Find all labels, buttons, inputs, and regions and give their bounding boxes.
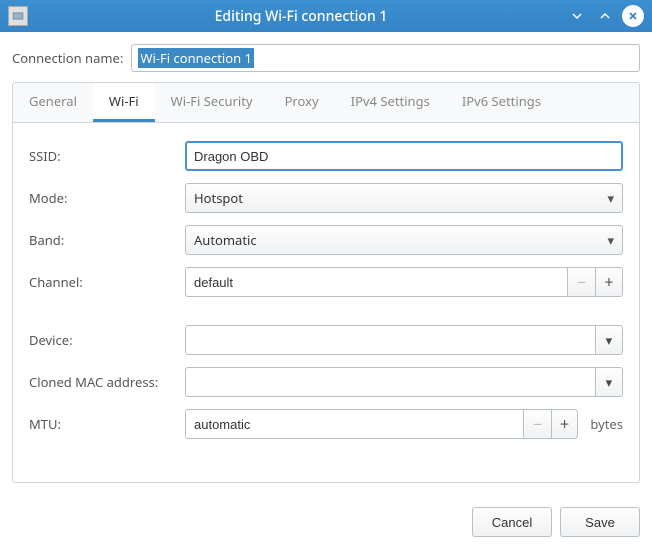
mtu-label: MTU: — [29, 415, 177, 433]
mode-select[interactable]: Hotspot ▾ — [185, 183, 623, 213]
channel-increment-button[interactable]: + — [595, 267, 623, 297]
tab-wifi-security[interactable]: Wi-Fi Security — [155, 83, 269, 122]
titlebar: Editing Wi-Fi connection 1 — [0, 0, 652, 32]
cloned-mac-label: Cloned MAC address: — [29, 373, 177, 391]
tab-bar: General Wi-Fi Wi-Fi Security Proxy IPv4 … — [12, 82, 640, 123]
chevron-down-icon: ▾ — [607, 189, 614, 207]
window-body: Connection name: Wi-Fi connection 1 Gene… — [0, 32, 652, 495]
mtu-row: MTU: − + bytes — [29, 409, 623, 439]
device-row: Device: ▾ — [29, 325, 623, 355]
band-value: Automatic — [194, 231, 257, 249]
minimize-button[interactable] — [566, 5, 588, 27]
band-select[interactable]: Automatic ▾ — [185, 225, 623, 255]
tab-content-wifi: SSID: Mode: Hotspot ▾ Band: Automatic ▾ … — [12, 123, 640, 483]
tab-general[interactable]: General — [13, 83, 93, 122]
band-label: Band: — [29, 231, 177, 249]
connection-name-value: Wi-Fi connection 1 — [138, 48, 254, 68]
row-spacer — [29, 309, 623, 325]
channel-input[interactable] — [185, 267, 567, 297]
tab-ipv4[interactable]: IPv4 Settings — [335, 83, 446, 122]
mtu-increment-button[interactable]: + — [551, 409, 579, 439]
connection-name-label: Connection name: — [12, 49, 123, 67]
window-title: Editing Wi-Fi connection 1 — [36, 7, 566, 26]
window-controls — [566, 5, 644, 27]
device-input[interactable] — [185, 325, 595, 355]
tab-ipv6[interactable]: IPv6 Settings — [446, 83, 557, 122]
tab-proxy[interactable]: Proxy — [269, 83, 335, 122]
channel-row: Channel: − + — [29, 267, 623, 297]
mtu-decrement-button[interactable]: − — [523, 409, 550, 439]
mtu-input[interactable] — [185, 409, 523, 439]
mtu-spinner: − + — [185, 409, 578, 439]
connection-name-row: Connection name: Wi-Fi connection 1 — [12, 44, 640, 72]
mode-value: Hotspot — [194, 189, 243, 207]
chevron-down-icon: ▾ — [606, 373, 613, 391]
save-button[interactable]: Save — [560, 507, 640, 537]
close-button[interactable] — [622, 5, 644, 27]
device-combobox: ▾ — [185, 325, 623, 355]
cloned-mac-row: Cloned MAC address: ▾ — [29, 367, 623, 397]
channel-label: Channel: — [29, 273, 177, 291]
chevron-down-icon: ▾ — [607, 231, 614, 249]
mtu-unit: bytes — [586, 415, 623, 433]
mode-label: Mode: — [29, 189, 177, 207]
connection-name-input[interactable]: Wi-Fi connection 1 — [131, 44, 640, 72]
app-icon — [8, 6, 28, 26]
mode-row: Mode: Hotspot ▾ — [29, 183, 623, 213]
band-row: Band: Automatic ▾ — [29, 225, 623, 255]
ssid-row: SSID: — [29, 141, 623, 171]
device-label: Device: — [29, 331, 177, 349]
cancel-button[interactable]: Cancel — [472, 507, 552, 537]
channel-spinner: − + — [185, 267, 623, 297]
tab-wifi[interactable]: Wi-Fi — [93, 83, 155, 122]
ssid-label: SSID: — [29, 147, 177, 165]
chevron-down-icon: ▾ — [606, 331, 613, 349]
maximize-button[interactable] — [594, 5, 616, 27]
cloned-mac-dropdown-button[interactable]: ▾ — [595, 367, 623, 397]
cloned-mac-combobox: ▾ — [185, 367, 623, 397]
channel-decrement-button[interactable]: − — [567, 267, 595, 297]
cloned-mac-input[interactable] — [185, 367, 595, 397]
ssid-input[interactable] — [185, 141, 623, 171]
device-dropdown-button[interactable]: ▾ — [595, 325, 623, 355]
